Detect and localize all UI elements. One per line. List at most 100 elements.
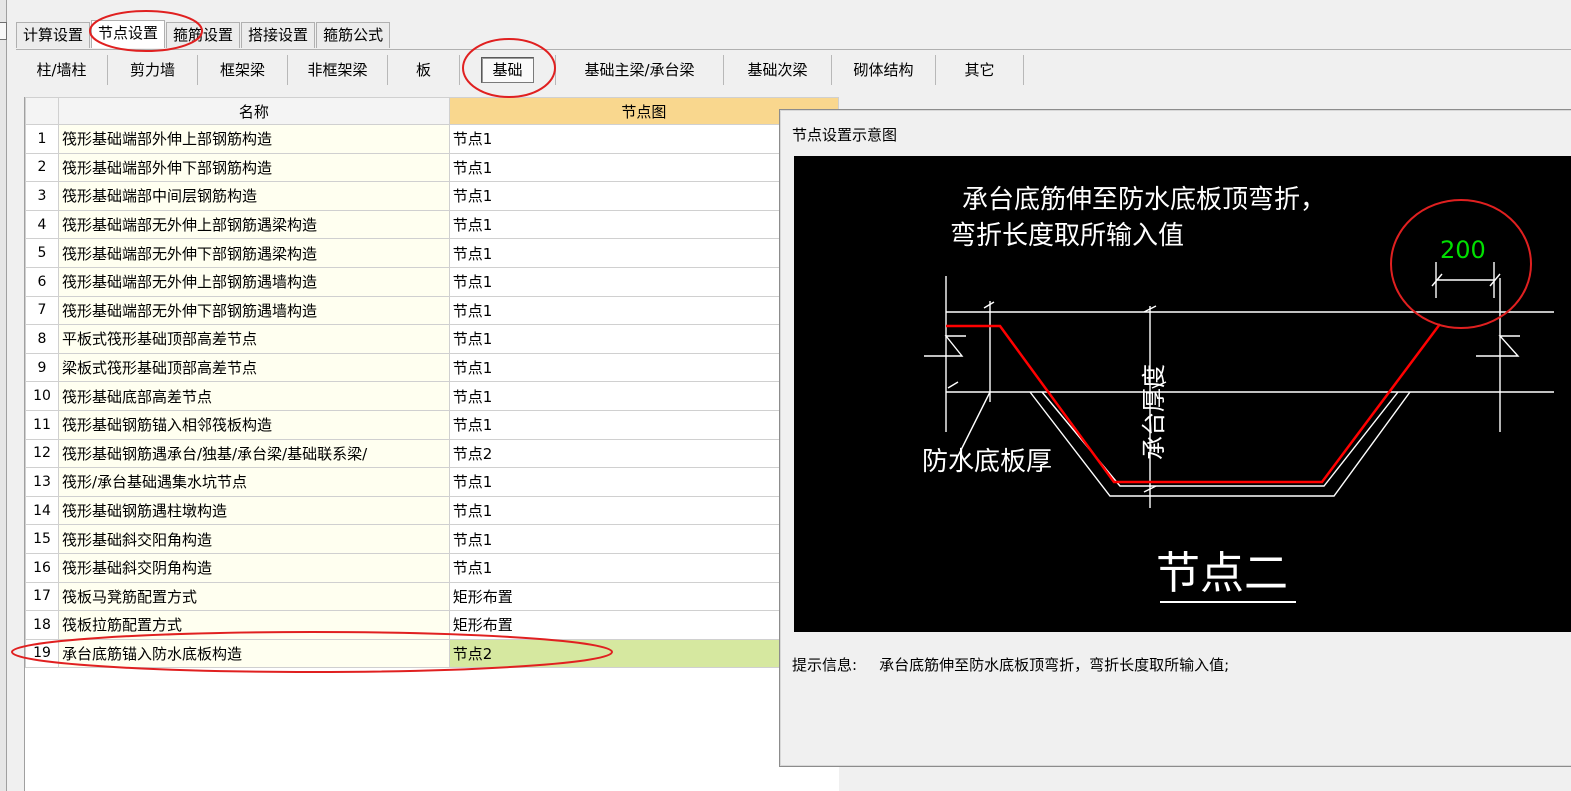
row-index: 13 bbox=[25, 467, 59, 497]
table-row[interactable]: 16 筏形基础斜交阴角构造 节点1 bbox=[25, 552, 840, 583]
dialog-info: 提示信息: 承台底筋伸至防水底板顶弯折，弯折长度取所输入值; bbox=[792, 654, 1229, 675]
row-name: 筏板马凳筋配置方式 bbox=[57, 581, 450, 612]
sub-tab-label: 柱/墙柱 bbox=[36, 61, 87, 79]
row-index: 19 bbox=[25, 638, 59, 669]
row-name: 筏形基础斜交阳角构造 bbox=[57, 524, 450, 554]
table-row[interactable]: 8 平板式筏形基础顶部高差节点 节点1 bbox=[25, 324, 840, 354]
row-name: 筏形基础端部无外伸上部钢筋遇梁构造 bbox=[57, 209, 450, 240]
tab-divider bbox=[16, 49, 1571, 50]
header-name[interactable]: 名称 bbox=[57, 97, 450, 125]
table-row[interactable]: 2 筏形基础端部外伸下部钢筋构造 节点1 bbox=[25, 152, 840, 183]
table-row[interactable]: 7 筏形基础端部无外伸下部钢筋遇墙构造 节点1 bbox=[25, 295, 840, 326]
sub-tab-9[interactable]: 砌体结构 bbox=[832, 55, 936, 85]
frame-handle[interactable] bbox=[0, 22, 7, 40]
sub-tab-label: 基础次梁 bbox=[747, 61, 808, 79]
dialog-title: 节点设置示意图 bbox=[792, 126, 898, 144]
row-name: 筏形基础钢筋锚入相邻筏板构造 bbox=[57, 409, 450, 440]
table-row[interactable]: 17 筏板马凳筋配置方式 矩形布置 bbox=[25, 581, 840, 612]
row-index: 7 bbox=[25, 295, 59, 326]
row-index: 17 bbox=[25, 581, 59, 612]
sub-tab-1[interactable]: 柱/墙柱 bbox=[16, 55, 108, 85]
sub-tab-4[interactable]: 非框架梁 bbox=[288, 55, 388, 85]
sub-tab-label: 板 bbox=[415, 61, 431, 79]
main-tab-2[interactable]: 节点设置 bbox=[91, 20, 166, 48]
diagram-dimension-value: 200 bbox=[1440, 236, 1486, 264]
info-label: 提示信息: bbox=[792, 656, 858, 674]
table-row[interactable]: 19 承台底筋锚入防水底板构造 节点2 bbox=[25, 638, 840, 669]
table-row[interactable]: 3 筏形基础端部中间层钢筋构造 节点1 bbox=[25, 181, 840, 211]
table-row[interactable]: 5 筏形基础端部无外伸下部钢筋遇梁构造 节点1 bbox=[25, 238, 840, 268]
sub-tab-7[interactable]: 基础主梁/承台梁 bbox=[556, 55, 724, 85]
diagram-canvas: 承台底筋伸至防水底板顶弯折， 弯折长度取所输入值 防水底板厚 承台厚度 节点二 … bbox=[794, 156, 1571, 632]
row-index: 11 bbox=[25, 409, 59, 440]
row-index: 6 bbox=[25, 266, 59, 297]
table-row[interactable]: 18 筏板拉筋配置方式 矩形布置 bbox=[25, 610, 840, 640]
sub-tab-bar: 柱/墙柱 剪力墙 框架梁 非框架梁 板 基础 基础主梁/承台梁 基础次梁 砌体结构 其它 bbox=[16, 53, 1024, 87]
node-diagram: 承台底筋伸至防水底板顶弯折， 弯折长度取所输入值 防水底板厚 承台厚度 节点二 … bbox=[922, 185, 1554, 603]
row-name: 筏板拉筋配置方式 bbox=[57, 610, 450, 640]
left-frame-edge bbox=[0, 0, 7, 791]
row-name: 筏形基础钢筋遇承台/独基/承台梁/基础联系梁/ bbox=[57, 438, 450, 469]
diagram-node-title: 节点二 bbox=[1156, 548, 1288, 599]
sub-tab-6[interactable]: 基础 bbox=[460, 55, 556, 85]
row-index: 9 bbox=[25, 352, 59, 383]
table-row[interactable]: 4 筏形基础端部无外伸上部钢筋遇梁构造 节点1 bbox=[25, 209, 840, 240]
info-text: 承台底筋伸至防水底板顶弯折，弯折长度取所输入值; bbox=[879, 656, 1230, 674]
table-row[interactable]: 9 梁板式筏形基础顶部高差节点 节点1 bbox=[25, 352, 840, 383]
row-name: 筏形基础端部无外伸下部钢筋遇梁构造 bbox=[57, 238, 450, 268]
row-name: 梁板式筏形基础顶部高差节点 bbox=[57, 352, 450, 383]
table-row[interactable]: 11 筏形基础钢筋锚入相邻筏板构造 节点1 bbox=[25, 409, 840, 440]
row-index: 5 bbox=[25, 238, 59, 268]
sub-tab-10[interactable]: 其它 bbox=[936, 55, 1024, 85]
row-index: 16 bbox=[25, 552, 59, 583]
row-name: 筏形基础端部外伸上部钢筋构造 bbox=[57, 124, 450, 154]
row-name: 筏形/承台基础遇集水坑节点 bbox=[57, 467, 450, 497]
table-row[interactable]: 13 筏形/承台基础遇集水坑节点 节点1 bbox=[25, 467, 840, 497]
table-row[interactable]: 12 筏形基础钢筋遇承台/独基/承台梁/基础联系梁/节点2 bbox=[25, 438, 840, 469]
row-name: 筏形基础端部外伸下部钢筋构造 bbox=[57, 152, 450, 183]
sub-tab-label: 其它 bbox=[964, 61, 995, 79]
sub-tab-label: 砌体结构 bbox=[853, 61, 914, 79]
sub-tab-2[interactable]: 剪力墙 bbox=[108, 55, 198, 85]
node-diagram-dialog: 节点设置示意图 承台底筋伸至防水底板顶弯折， 弯折长度取所输入值 防水底板厚 承… bbox=[779, 109, 1571, 767]
row-index: 2 bbox=[25, 152, 59, 183]
diagram-note-line2: 弯折长度取所输入值 bbox=[950, 221, 1184, 251]
table-row[interactable]: 15 筏形基础斜交阳角构造 节点1 bbox=[25, 524, 840, 554]
sub-tab-5[interactable]: 板 bbox=[388, 55, 460, 85]
main-tab-1[interactable]: 计算设置 bbox=[16, 22, 91, 48]
diagram-label-cap: 承台厚度 bbox=[1140, 364, 1168, 460]
main-tab-4[interactable]: 搭接设置 bbox=[241, 22, 316, 48]
row-name: 承台底筋锚入防水底板构造 bbox=[57, 638, 450, 669]
table-row[interactable]: 1 筏形基础端部外伸上部钢筋构造 节点1 bbox=[25, 124, 840, 154]
sub-tab-8[interactable]: 基础次梁 bbox=[724, 55, 832, 85]
row-index: 18 bbox=[25, 610, 59, 640]
main-tab-5[interactable]: 箍筋公式 bbox=[316, 22, 391, 48]
table-row[interactable]: 14 筏形基础钢筋遇柱墩构造 节点1 bbox=[25, 495, 840, 526]
row-name: 筏形基础底部高差节点 bbox=[57, 381, 450, 411]
row-name: 筏形基础端部中间层钢筋构造 bbox=[57, 181, 450, 211]
header-index bbox=[25, 97, 59, 125]
row-index: 4 bbox=[25, 209, 59, 240]
row-name: 筏形基础钢筋遇柱墩构造 bbox=[57, 495, 450, 526]
row-index: 3 bbox=[25, 181, 59, 211]
grid-body: 1 筏形基础端部外伸上部钢筋构造 节点1 2 筏形基础端部外伸下部钢筋构造 节点1 3 筏形基… bbox=[25, 124, 840, 669]
row-name: 筏形基础斜交阴角构造 bbox=[57, 552, 450, 583]
row-name: 筏形基础端部无外伸下部钢筋遇墙构造 bbox=[57, 295, 450, 326]
row-index: 15 bbox=[25, 524, 59, 554]
table-row[interactable]: 6 筏形基础端部无外伸上部钢筋遇墙构造 节点1 bbox=[25, 266, 840, 297]
diagram-note-line1: 承台底筋伸至防水底板顶弯折， bbox=[962, 185, 1326, 215]
table-row[interactable]: 10 筏形基础底部高差节点 节点1 bbox=[25, 381, 840, 411]
row-name: 平板式筏形基础顶部高差节点 bbox=[57, 324, 450, 354]
main-tab-3[interactable]: 箍筋设置 bbox=[166, 22, 241, 48]
sub-tab-3[interactable]: 框架梁 bbox=[198, 55, 288, 85]
diagram-label-slab: 防水底板厚 bbox=[922, 447, 1052, 477]
settings-table: 名称 节点图 1 筏形基础端部外伸上部钢筋构造 节点1 2 筏形基础端部外伸下部钢筋构造… bbox=[25, 97, 840, 669]
sub-tab-label: 框架梁 bbox=[219, 61, 265, 79]
row-index: 1 bbox=[25, 124, 59, 154]
sub-tab-label: 剪力墙 bbox=[129, 61, 175, 79]
sub-tab-label: 非框架梁 bbox=[307, 61, 368, 79]
row-index: 14 bbox=[25, 495, 59, 526]
main-tab-bar: 计算设置 节点设置 箍筋设置 搭接设置 箍筋公式 bbox=[16, 20, 391, 49]
sub-tab-label: 基础 bbox=[481, 57, 534, 83]
sub-tab-label: 基础主梁/承台梁 bbox=[584, 61, 695, 79]
